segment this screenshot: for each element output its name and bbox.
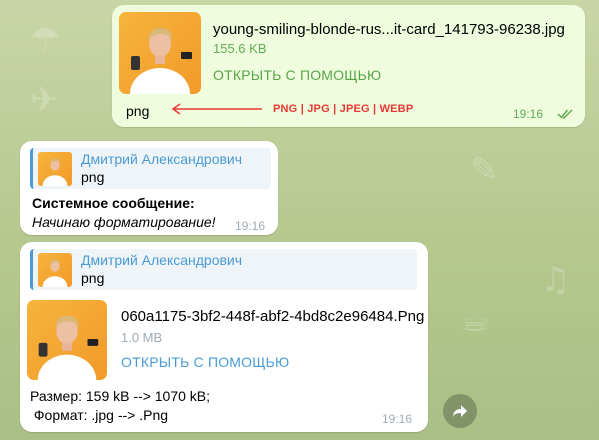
reply-author: Дмитрий Александрович — [81, 252, 243, 268]
reply-text: png — [81, 169, 105, 185]
reply-text: png — [81, 270, 105, 286]
person-photo-icon — [42, 259, 68, 287]
message-time: 19:16 — [235, 219, 266, 233]
message-time: 19:16 — [382, 412, 413, 426]
reply-thumbnail — [38, 152, 72, 186]
size-change-text: Размер: 159 kB --> 1070 kB; — [30, 388, 211, 404]
system-title: Системное сообщение: — [32, 195, 195, 211]
format-change-text: Формат: .jpg --> .Png — [30, 407, 169, 423]
reply-quote[interactable]: Дмитрий Александрович png — [30, 249, 417, 290]
open-with-button[interactable]: ОТКРЫТЬ С ПОМОЩЬЮ — [121, 354, 289, 370]
image-thumbnail[interactable] — [27, 300, 107, 380]
double-check-icon — [557, 109, 573, 119]
file-size: 155.6 KB — [213, 41, 267, 56]
person-photo-icon — [130, 27, 192, 94]
person-photo-icon — [37, 315, 99, 380]
background-doodle-icon: ☕ — [460, 300, 491, 340]
share-arrow-icon — [453, 405, 467, 417]
system-status: Начинаю форматирование! — [32, 214, 216, 230]
incoming-system-message[interactable]: Дмитрий Александрович png Системное сооб… — [20, 141, 278, 235]
format-annotation: PNG | JPG | JPEG | WEBP — [273, 103, 414, 115]
person-photo-icon — [42, 158, 68, 186]
background-doodle-icon: ☂ — [30, 20, 61, 60]
share-button[interactable] — [443, 394, 477, 428]
file-name[interactable]: young-smiling-blonde-rus...it-card_14179… — [213, 21, 565, 38]
arrow-left-icon — [171, 103, 262, 115]
incoming-file-message[interactable]: Дмитрий Александрович png 060a1175-3bf2-… — [20, 242, 428, 432]
background-doodle-icon: ✈ — [30, 80, 59, 120]
background-doodle-icon: ✎ — [470, 150, 499, 190]
reply-quote[interactable]: Дмитрий Александрович png — [30, 148, 271, 189]
open-with-button[interactable]: ОТКРЫТЬ С ПОМОЩЬЮ — [213, 67, 381, 83]
message-time: 19:16 — [513, 107, 544, 121]
file-name[interactable]: 060a1175-3bf2-448f-abf2-4bd8c2e96484.Png — [121, 308, 424, 325]
reply-thumbnail — [38, 253, 72, 287]
reply-author: Дмитрий Александрович — [81, 151, 243, 167]
image-thumbnail[interactable] — [119, 12, 201, 94]
message-caption: png — [126, 103, 150, 119]
file-size: 1.0 MB — [121, 330, 163, 345]
background-doodle-icon: ♫ — [540, 260, 571, 300]
